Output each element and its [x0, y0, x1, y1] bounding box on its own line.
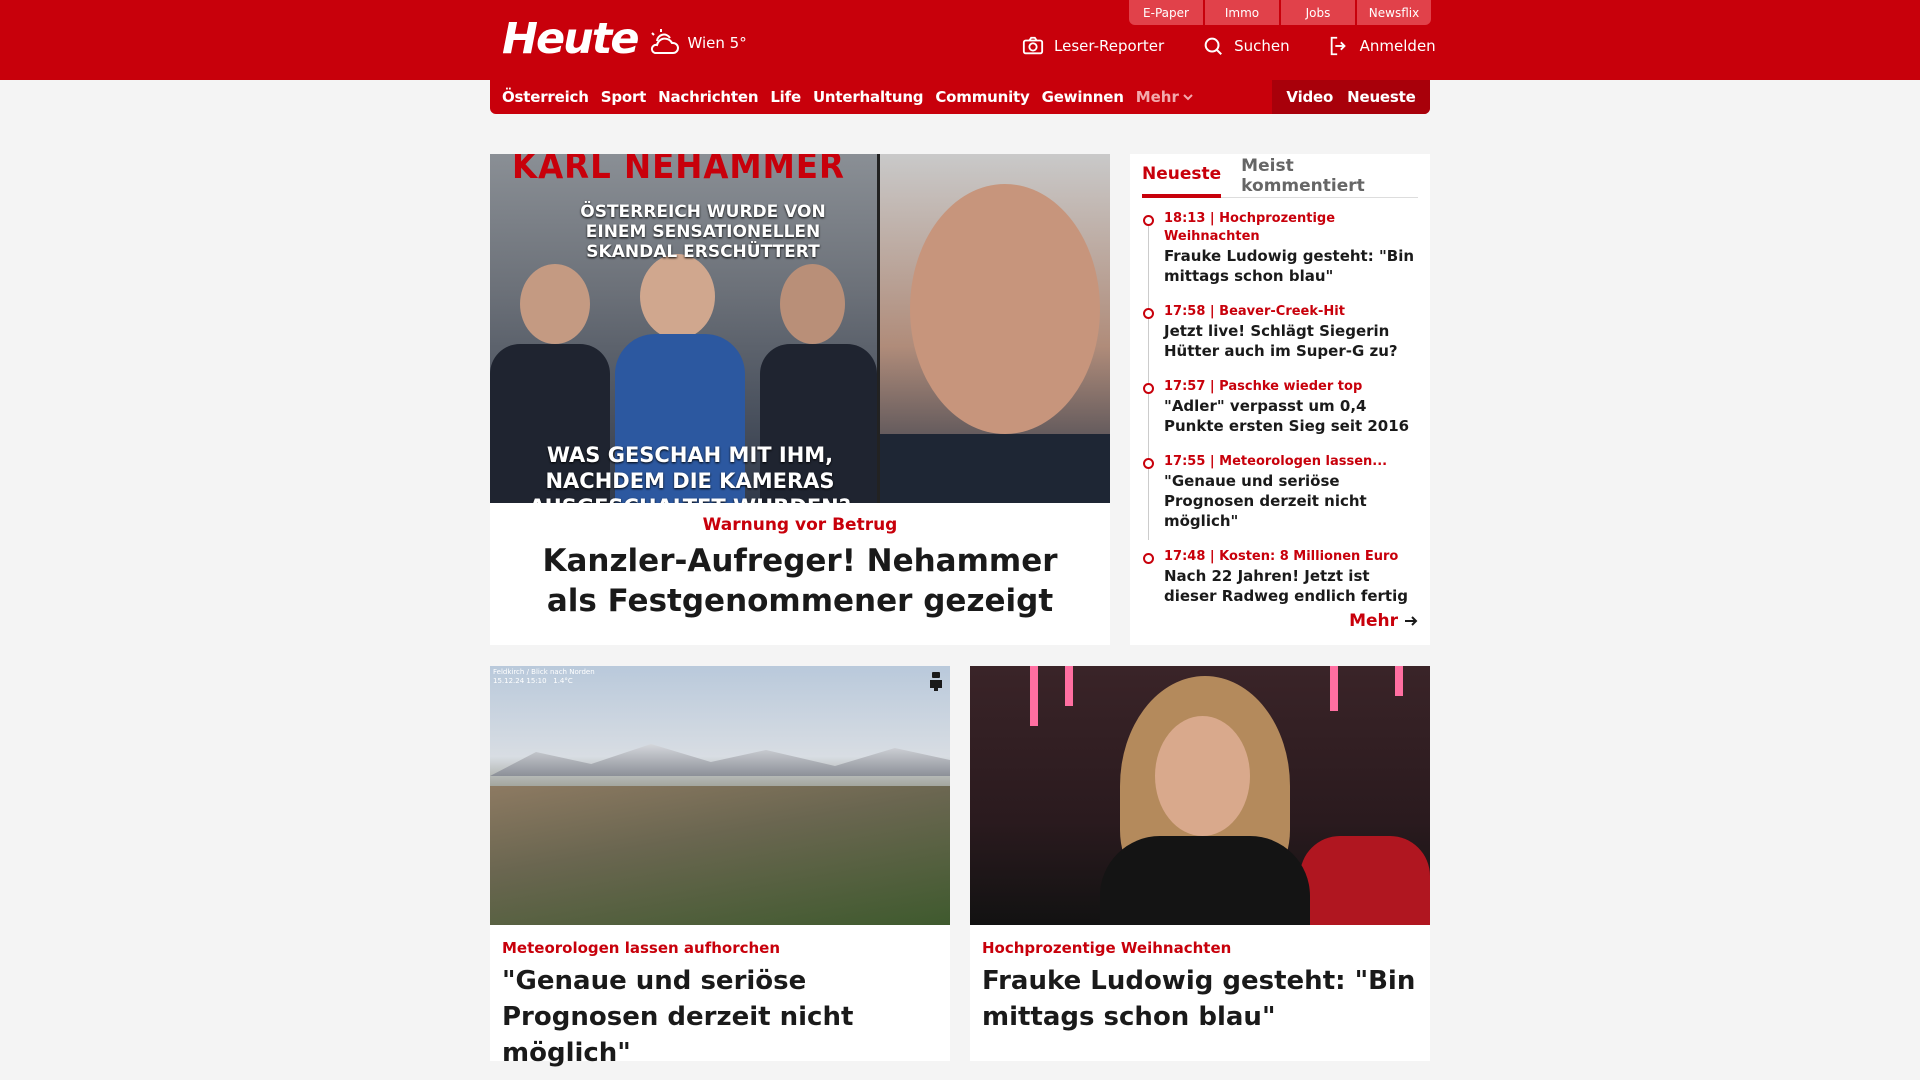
pink-light	[1395, 666, 1403, 696]
feed-item-meta: 17:48 | Kosten: 8 Millionen Euro	[1164, 549, 1399, 564]
town-area	[490, 786, 950, 925]
weather-cloud-icon	[651, 29, 680, 54]
sidebar-more-link[interactable]: Mehr	[1349, 611, 1418, 631]
login-label: Anmelden	[1359, 37, 1436, 55]
pink-light	[1330, 666, 1338, 711]
nav-item-oesterreich[interactable]: Österreich	[502, 88, 589, 106]
feed-item-meta: 17:55 | Meteorologen lassen...	[1164, 454, 1388, 469]
arrow-right-icon	[1405, 616, 1418, 626]
feed-item-meta: 18:13 | Hochprozentige Weihnachten	[1164, 211, 1336, 244]
leser-reporter-label: Leser-Reporter	[1054, 37, 1165, 55]
weather-text: Wien 5°	[687, 34, 747, 52]
tab-meist-kommentiert[interactable]: Meist kommentiert	[1241, 154, 1418, 198]
login-icon	[1330, 36, 1346, 56]
list-item[interactable]: 18:13 | Hochprozentige Weihnachten Frauk…	[1142, 210, 1418, 286]
timeline-dot-icon	[1143, 553, 1154, 564]
weather-widget[interactable]: Wien 5°	[647, 28, 747, 58]
hero-image-subtitle-top: ÖSTERREICH WURDE VON EINEM SENSATIONELLE…	[580, 202, 826, 262]
heute-logo[interactable]: Heute	[502, 14, 639, 64]
mountain-range	[490, 744, 950, 776]
brand: Heute Wien 5°	[502, 14, 747, 64]
pink-light	[1030, 666, 1038, 726]
login-button[interactable]: Anmelden	[1328, 34, 1436, 58]
nav-item-nachrichten[interactable]: Nachrichten	[658, 88, 758, 106]
person-figure	[780, 264, 845, 344]
nav-more-dropdown[interactable]: Mehr	[1136, 88, 1193, 106]
chevron-down-icon	[1183, 94, 1193, 101]
nav-highlight-box: Video Neueste	[1272, 80, 1430, 114]
hero-headline[interactable]: Kanzler-Aufreger! Nehammer als Festgenom…	[490, 541, 1110, 621]
link-newsflix[interactable]: Newsflix	[1357, 0, 1431, 25]
card-kicker: Hochprozentige Weihnachten	[982, 939, 1232, 957]
webcam-caption: Feldkirch / Blick nach Norden 15.12.24 1…	[493, 668, 595, 685]
feed-item-title: Jetzt live! Schlägt Siegerin Hütter auch…	[1164, 322, 1398, 360]
nav-item-neueste[interactable]: Neueste	[1347, 88, 1416, 106]
hero-image-title: KARL NEHAMMER	[512, 154, 845, 187]
portrait-image[interactable]	[970, 666, 1430, 925]
header-actions: Leser-Reporter Suchen Anmelden	[1022, 34, 1436, 58]
feed-item-meta: 17:57 | Paschke wieder top	[1164, 379, 1363, 394]
site-header: Heute Wien 5° E-Paper Immo Jobs Newsflix…	[0, 0, 1920, 80]
nav-item-video[interactable]: Video	[1286, 88, 1333, 106]
nav-item-unterhaltung[interactable]: Unterhaltung	[813, 88, 924, 106]
leser-reporter-button[interactable]: Leser-Reporter	[1022, 34, 1164, 58]
nav-item-sport[interactable]: Sport	[601, 88, 647, 106]
feed-item-title: "Adler" verpasst um 0,4 Punkte ersten Si…	[1164, 397, 1410, 435]
tab-neueste[interactable]: Neueste	[1142, 154, 1222, 198]
person-figure	[640, 254, 715, 339]
suit	[880, 434, 1110, 503]
feed-item-title: Frauke Ludowig gesteht: "Bin mittags sch…	[1164, 247, 1415, 285]
feed-item-meta: 17:58 | Beaver-Creek-Hit	[1164, 304, 1345, 319]
leather-jacket	[1100, 836, 1310, 925]
nav-item-life[interactable]: Life	[770, 88, 801, 106]
camera-icon	[1022, 36, 1044, 55]
webcam-icon	[930, 672, 942, 691]
nav-item-community[interactable]: Community	[935, 88, 1029, 106]
feed-item-title: Nach 22 Jahren! Jetzt ist dieser Radweg …	[1164, 567, 1408, 605]
hero-article[interactable]: KARL NEHAMMER ÖSTERREICH WURDE VON EINEM…	[490, 154, 1110, 645]
timeline-dot-icon	[1143, 383, 1154, 394]
latest-sidebar: Neueste Meist kommentiert 18:13 | Hochpr…	[1130, 154, 1430, 645]
timeline-dot-icon	[1143, 458, 1154, 469]
nav-item-gewinnen[interactable]: Gewinnen	[1042, 88, 1124, 106]
list-item[interactable]: 17:58 | Beaver-Creek-Hit Jetzt live! Sch…	[1142, 303, 1418, 361]
link-e-paper[interactable]: E-Paper	[1129, 0, 1203, 25]
search-label: Suchen	[1234, 37, 1290, 55]
hero-image-subtitle-bottom: WAS GESCHAH MIT IHM, NACHDEM DIE KAMERAS…	[529, 443, 851, 503]
webcam-image[interactable]: Feldkirch / Blick nach Norden 15.12.24 1…	[490, 666, 950, 925]
nav-more-label: Mehr	[1135, 88, 1179, 106]
red-chair	[1300, 836, 1430, 925]
hero-image-right-panel	[880, 154, 1110, 503]
portrait-face	[910, 184, 1100, 434]
main-nav: Österreich Sport Nachrichten Life Unterh…	[490, 80, 1430, 114]
card-headline[interactable]: Frauke Ludowig gesteht: "Bin mittags sch…	[982, 963, 1418, 1035]
article-card-ludowig[interactable]: Hochprozentige Weihnachten Frauke Ludowi…	[970, 666, 1430, 1061]
link-jobs[interactable]: Jobs	[1281, 0, 1355, 25]
card-kicker: Meteorologen lassen aufhorchen	[502, 939, 781, 957]
hero-kicker: Warnung vor Betrug	[702, 515, 898, 535]
timeline-dot-icon	[1143, 308, 1154, 319]
search-icon	[1204, 37, 1223, 55]
list-item[interactable]: 17:57 | Paschke wieder top "Adler" verpa…	[1142, 378, 1418, 436]
utility-links: E-Paper Immo Jobs Newsflix	[1129, 0, 1431, 25]
portrait-face	[1155, 716, 1250, 836]
hero-image[interactable]: KARL NEHAMMER ÖSTERREICH WURDE VON EINEM…	[490, 154, 1110, 503]
sidebar-more-label: Mehr	[1349, 611, 1398, 631]
list-item[interactable]: 17:48 | Kosten: 8 Millionen Euro Nach 22…	[1142, 548, 1418, 606]
feed-item-title: "Genaue und seriöse Prognosen derzeit ni…	[1164, 472, 1367, 530]
pink-light	[1065, 666, 1073, 706]
article-card-weather[interactable]: Feldkirch / Blick nach Norden 15.12.24 1…	[490, 666, 950, 1068]
person-figure	[520, 264, 590, 344]
sidebar-tabs: Neueste Meist kommentiert	[1142, 154, 1418, 198]
search-button[interactable]: Suchen	[1202, 34, 1290, 58]
timeline-dot-icon	[1143, 215, 1154, 226]
card-headline[interactable]: "Genaue und seriöse Prognosen derzeit ni…	[502, 963, 938, 1071]
list-item[interactable]: 17:55 | Meteorologen lassen... "Genaue u…	[1142, 453, 1418, 531]
link-immo[interactable]: Immo	[1205, 0, 1279, 25]
news-feed: 18:13 | Hochprozentige Weihnachten Frauk…	[1142, 210, 1418, 606]
